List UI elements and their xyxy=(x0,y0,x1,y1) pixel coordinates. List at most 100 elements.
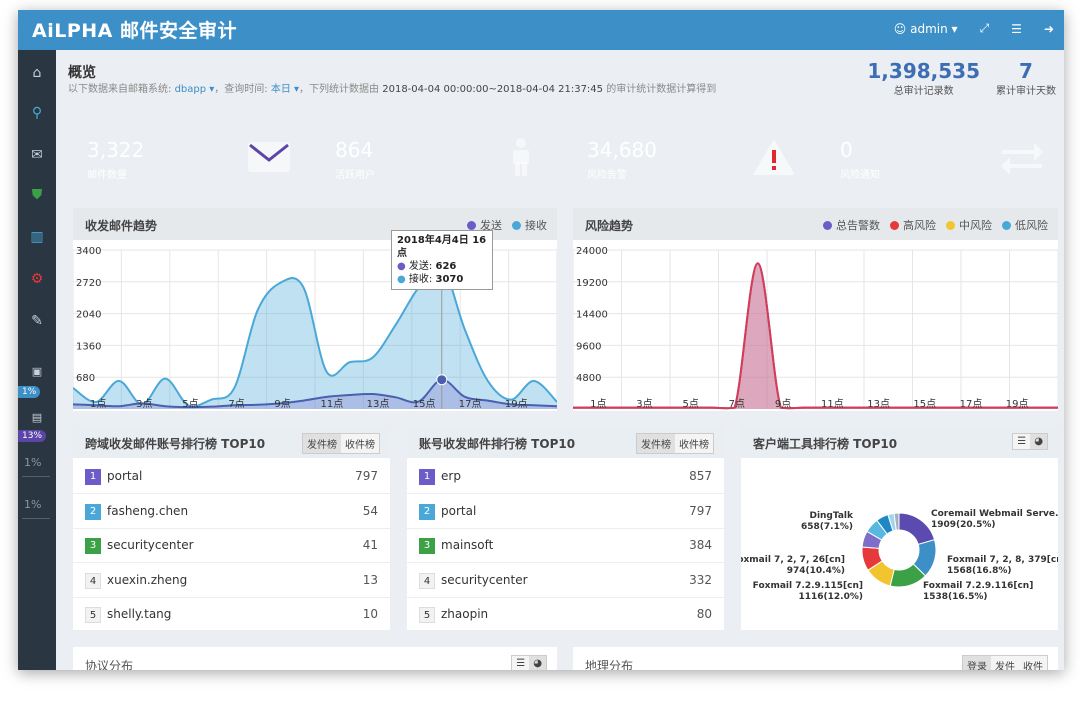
x-tick-label: 19点 xyxy=(505,398,528,410)
mail-count: 13 xyxy=(362,572,378,587)
tile-active-users[interactable]: 864 活跃用户 xyxy=(321,124,557,191)
disk-usage-2: 1% xyxy=(24,498,42,511)
legend-receive[interactable]: 接收 xyxy=(512,217,547,233)
mail-icon[interactable]: ✉ xyxy=(18,140,56,170)
rank-badge: 4 xyxy=(85,572,101,589)
account-rank-row[interactable]: 2 portal 797 xyxy=(407,495,724,529)
fullscreen-icon[interactable]: ⤢ xyxy=(980,21,990,36)
sub-mid: ，查询时间: xyxy=(214,84,271,95)
cross-domain-row[interactable]: 2 fasheng.chen 54 xyxy=(73,495,390,529)
mail-count: 797 xyxy=(355,469,378,483)
rank-badge: 5 xyxy=(419,607,435,623)
user-icon xyxy=(513,138,529,176)
tab-recv-rank[interactable]: 收件榜 xyxy=(341,434,379,453)
protocol-title: 协议分布 xyxy=(85,659,134,670)
gear-icon[interactable]: ⚙ xyxy=(18,264,56,294)
mail-count: 10 xyxy=(362,607,378,621)
hover-point-send[interactable] xyxy=(436,374,448,386)
tab-recv[interactable]: 收件 xyxy=(1019,656,1047,670)
y-tick-label: 2720 xyxy=(76,278,101,289)
legend-high[interactable]: 高风险 xyxy=(890,217,936,233)
account-rank-row[interactable]: 1 erp 857 xyxy=(407,460,724,494)
tab-send-rank-2[interactable]: 发件榜 xyxy=(637,434,675,453)
account-name: securitycenter xyxy=(441,572,528,587)
cross-domain-row[interactable]: 4 xuexin.zheng 13 xyxy=(73,564,390,598)
mail-count: 80 xyxy=(696,607,712,621)
memory-icon: ▤ xyxy=(31,410,43,424)
tab-recv-rank-2[interactable]: 收件榜 xyxy=(675,434,713,453)
account-name: portal xyxy=(107,469,143,483)
tile-risk-alerts[interactable]: 34,680 风险告警 xyxy=(573,124,810,191)
x-tick-label: 7点 xyxy=(228,398,244,410)
rank-badge: 5 xyxy=(85,607,101,623)
rank-badge: 1 xyxy=(419,469,435,485)
tooltip-send-value: 626 xyxy=(435,261,457,272)
user-menu[interactable]: ☺ admin ▾ xyxy=(894,22,958,36)
geo-panel: 地理分布 登录 发件 收件 xyxy=(573,647,1058,670)
client-view-toggle: ☰ ◕ xyxy=(1012,433,1048,450)
cross-domain-row[interactable]: 1 portal 797 xyxy=(73,460,390,494)
sidebar: ⌂ ⚲ ✉ ⛊ ▥ ⚙ ✎ ▣ 1% ▤ 13% 1% 1% xyxy=(18,50,56,670)
pie-view-icon[interactable]: ◕ xyxy=(1030,434,1047,449)
cpu-badge: 1% xyxy=(18,386,41,398)
audit-days-label: 累计审计天数 xyxy=(996,86,1056,97)
app-brand[interactable]: AiLPHA 邮件安全审计 xyxy=(32,16,237,43)
search-icon[interactable]: ⚲ xyxy=(18,98,56,128)
protocol-view-toggle: ☰ ◕ xyxy=(511,655,547,670)
mail-count: 41 xyxy=(362,538,378,552)
x-tick-label: 11点 xyxy=(821,398,844,410)
list-menu-icon[interactable]: ☰ xyxy=(1011,22,1022,36)
geo-tabs: 登录 发件 收件 xyxy=(962,655,1048,670)
system-select[interactable]: dbapp ▾ xyxy=(175,84,215,95)
protocol-list-icon[interactable]: ☰ xyxy=(512,656,530,670)
mail-trend-title: 收发邮件趋势 xyxy=(85,219,158,233)
page-title: 概览 xyxy=(68,65,96,81)
protocol-pie-icon[interactable]: ◕ xyxy=(529,656,546,670)
sub-suffix: 的审计统计数据计算得到 xyxy=(603,84,717,95)
risk-trend-panel: 风险趋势 总告警数 高风险 中风险 低风险 24000 19200 14400 960… xyxy=(573,208,1058,411)
y-tick-label: 14400 xyxy=(576,310,608,321)
tab-send[interactable]: 发件 xyxy=(991,656,1019,670)
client-rank-title: 客户端工具排行榜 TOP10 xyxy=(753,437,898,451)
mail-count: 797 xyxy=(689,503,712,518)
cross-domain-row[interactable]: 3 securitycenter 41 xyxy=(73,529,390,563)
x-tick-label: 1点 xyxy=(590,398,606,410)
x-tick-label: 9点 xyxy=(274,398,290,410)
query-description: 以下数据来自邮箱系统: dbapp ▾，查询时间: 本日 ▾，下列统计数据由 2… xyxy=(68,80,716,95)
tooltip-title: 2018年4月4日 16点 xyxy=(397,235,487,259)
client-pie-chart[interactable]: Coremail Webmail Serve...1909(20.5%) Foxm… xyxy=(741,458,1058,630)
tooltip-recv: ● 接收: 3070 xyxy=(397,274,464,285)
pie-slice[interactable] xyxy=(898,512,936,546)
tile-risk-notices[interactable]: 0 风险通知 xyxy=(826,124,1058,191)
account-rank-header: 账号收发邮件排行榜 TOP10 发件榜 收件榜 xyxy=(407,426,724,458)
tab-login[interactable]: 登录 xyxy=(963,656,991,670)
legend-low[interactable]: 低风险 xyxy=(1002,217,1048,233)
rank-badge: 3 xyxy=(419,538,435,554)
pie-label: Coremail Webmail Serve... xyxy=(931,509,1058,519)
tab-send-rank[interactable]: 发件榜 xyxy=(303,434,341,453)
period-select[interactable]: 本日 ▾ xyxy=(271,84,299,95)
risk-trend-chart[interactable]: 24000 19200 14400 9600 4800 1点 3点 5点 7点 9点 11点 13点 1… xyxy=(573,240,1058,411)
cross-domain-row[interactable]: 5 shelly.tang 10 xyxy=(73,598,390,632)
rank-badge: 2 xyxy=(419,503,435,520)
account-name: zhaopin xyxy=(441,607,489,621)
legend-total[interactable]: 总告警数 xyxy=(823,217,880,233)
tile-mail-count-value: 3,322 xyxy=(87,138,145,162)
y-tick-label: 24000 xyxy=(576,246,608,257)
tile-mail-count[interactable]: 3,322 邮件数量 xyxy=(73,124,305,191)
list-view-icon[interactable]: ☰ xyxy=(1013,434,1031,449)
account-rank-row[interactable]: 4 securitycenter 332 xyxy=(407,564,724,598)
logout-icon[interactable]: ➜ xyxy=(1044,22,1054,36)
risk-trend-title: 风险趋势 xyxy=(585,219,634,233)
account-name: securitycenter xyxy=(107,538,194,552)
shield-icon[interactable]: ⛊ xyxy=(18,180,56,210)
pie-label: DingTalk xyxy=(809,511,854,521)
account-rank-row[interactable]: 3 mainsoft 384 xyxy=(407,529,724,563)
legend-mid[interactable]: 中风险 xyxy=(946,217,992,233)
edit-icon[interactable]: ✎ xyxy=(18,306,56,336)
home-icon[interactable]: ⌂ xyxy=(18,58,56,88)
protocol-panel: 协议分布 ☰ ◕ xyxy=(73,647,557,670)
account-rank-row[interactable]: 5 zhaopin 80 xyxy=(407,598,724,632)
bar-chart-icon[interactable]: ▥ xyxy=(18,222,56,252)
pie-value: 1909(20.5%) xyxy=(931,520,996,530)
